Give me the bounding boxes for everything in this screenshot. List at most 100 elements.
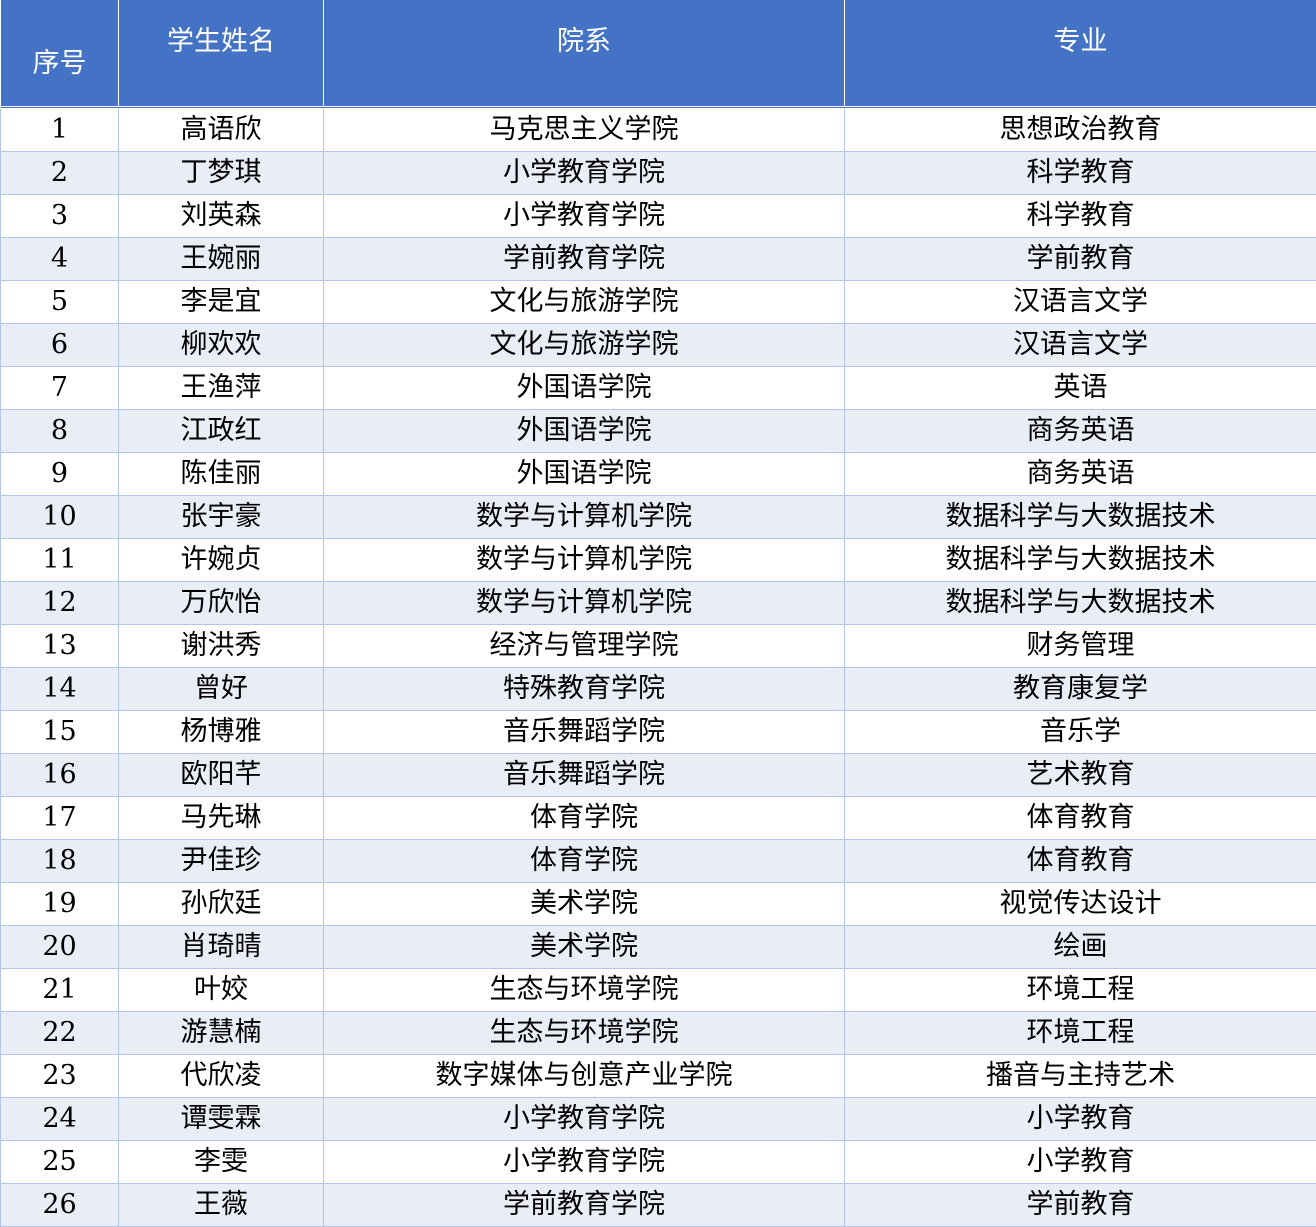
cell-department[interactable]: 数学与计算机学院 <box>324 582 845 625</box>
cell-student-name[interactable]: 万欣怡 <box>119 582 324 625</box>
cell-major[interactable]: 科学教育 <box>845 152 1316 195</box>
cell-student-name[interactable]: 孙欣廷 <box>119 883 324 926</box>
cell-major[interactable]: 思想政治教育 <box>845 108 1316 152</box>
cell-student-name[interactable]: 曾好 <box>119 668 324 711</box>
cell-seq[interactable]: 18 <box>1 840 119 883</box>
cell-student-name[interactable]: 肖琦晴 <box>119 926 324 969</box>
header-major[interactable]: 专业 <box>845 0 1316 108</box>
cell-department[interactable]: 外国语学院 <box>324 453 845 496</box>
cell-department[interactable]: 生态与环境学院 <box>324 969 845 1012</box>
cell-student-name[interactable]: 代欣凌 <box>119 1055 324 1098</box>
cell-student-name[interactable]: 叶姣 <box>119 969 324 1012</box>
cell-department[interactable]: 小学教育学院 <box>324 195 845 238</box>
cell-major[interactable]: 环境工程 <box>845 969 1316 1012</box>
cell-major[interactable]: 商务英语 <box>845 410 1316 453</box>
cell-major[interactable]: 小学教育 <box>845 1141 1316 1184</box>
cell-major[interactable]: 体育教育 <box>845 840 1316 883</box>
cell-seq[interactable]: 4 <box>1 238 119 281</box>
cell-seq[interactable]: 8 <box>1 410 119 453</box>
cell-seq[interactable]: 14 <box>1 668 119 711</box>
cell-student-name[interactable]: 尹佳珍 <box>119 840 324 883</box>
cell-department[interactable]: 音乐舞蹈学院 <box>324 754 845 797</box>
cell-seq[interactable]: 1 <box>1 108 119 152</box>
cell-student-name[interactable]: 许婉贞 <box>119 539 324 582</box>
cell-department[interactable]: 马克思主义学院 <box>324 108 845 152</box>
cell-student-name[interactable]: 马先琳 <box>119 797 324 840</box>
cell-student-name[interactable]: 谭雯霖 <box>119 1098 324 1141</box>
cell-major[interactable]: 学前教育 <box>845 1184 1316 1227</box>
cell-seq[interactable]: 19 <box>1 883 119 926</box>
cell-major[interactable]: 播音与主持艺术 <box>845 1055 1316 1098</box>
cell-student-name[interactable]: 杨博雅 <box>119 711 324 754</box>
cell-student-name[interactable]: 游慧楠 <box>119 1012 324 1055</box>
cell-student-name[interactable]: 王渔萍 <box>119 367 324 410</box>
cell-major[interactable]: 小学教育 <box>845 1098 1316 1141</box>
cell-student-name[interactable]: 王薇 <box>119 1184 324 1227</box>
cell-department[interactable]: 外国语学院 <box>324 367 845 410</box>
cell-seq[interactable]: 7 <box>1 367 119 410</box>
cell-major[interactable]: 数据科学与大数据技术 <box>845 496 1316 539</box>
cell-seq[interactable]: 2 <box>1 152 119 195</box>
cell-seq[interactable]: 26 <box>1 1184 119 1227</box>
cell-major[interactable]: 数据科学与大数据技术 <box>845 539 1316 582</box>
cell-seq[interactable]: 3 <box>1 195 119 238</box>
cell-major[interactable]: 环境工程 <box>845 1012 1316 1055</box>
cell-student-name[interactable]: 王婉丽 <box>119 238 324 281</box>
cell-student-name[interactable]: 张宇豪 <box>119 496 324 539</box>
cell-student-name[interactable]: 刘英森 <box>119 195 324 238</box>
cell-student-name[interactable]: 柳欢欢 <box>119 324 324 367</box>
cell-seq[interactable]: 20 <box>1 926 119 969</box>
cell-department[interactable]: 学前教育学院 <box>324 238 845 281</box>
header-department[interactable]: 院系 <box>324 0 845 108</box>
cell-seq[interactable]: 13 <box>1 625 119 668</box>
cell-seq[interactable]: 24 <box>1 1098 119 1141</box>
cell-department[interactable]: 学前教育学院 <box>324 1184 845 1227</box>
cell-student-name[interactable]: 陈佳丽 <box>119 453 324 496</box>
cell-student-name[interactable]: 李雯 <box>119 1141 324 1184</box>
cell-department[interactable]: 小学教育学院 <box>324 1141 845 1184</box>
cell-major[interactable]: 视觉传达设计 <box>845 883 1316 926</box>
cell-seq[interactable]: 22 <box>1 1012 119 1055</box>
cell-major[interactable]: 体育教育 <box>845 797 1316 840</box>
cell-department[interactable]: 音乐舞蹈学院 <box>324 711 845 754</box>
cell-major[interactable]: 科学教育 <box>845 195 1316 238</box>
cell-seq[interactable]: 5 <box>1 281 119 324</box>
cell-seq[interactable]: 9 <box>1 453 119 496</box>
cell-department[interactable]: 小学教育学院 <box>324 152 845 195</box>
header-student-name[interactable]: 学生姓名 <box>119 0 324 108</box>
cell-department[interactable]: 特殊教育学院 <box>324 668 845 711</box>
cell-seq[interactable]: 15 <box>1 711 119 754</box>
cell-major[interactable]: 教育康复学 <box>845 668 1316 711</box>
cell-seq[interactable]: 10 <box>1 496 119 539</box>
cell-department[interactable]: 经济与管理学院 <box>324 625 845 668</box>
cell-department[interactable]: 生态与环境学院 <box>324 1012 845 1055</box>
cell-student-name[interactable]: 江政红 <box>119 410 324 453</box>
cell-department[interactable]: 文化与旅游学院 <box>324 281 845 324</box>
header-seq[interactable]: 序号 <box>1 0 119 108</box>
cell-department[interactable]: 体育学院 <box>324 797 845 840</box>
cell-seq[interactable]: 23 <box>1 1055 119 1098</box>
cell-seq[interactable]: 16 <box>1 754 119 797</box>
cell-seq[interactable]: 17 <box>1 797 119 840</box>
cell-department[interactable]: 小学教育学院 <box>324 1098 845 1141</box>
cell-seq[interactable]: 21 <box>1 969 119 1012</box>
cell-student-name[interactable]: 谢洪秀 <box>119 625 324 668</box>
cell-major[interactable]: 音乐学 <box>845 711 1316 754</box>
cell-department[interactable]: 美术学院 <box>324 883 845 926</box>
cell-student-name[interactable]: 丁梦琪 <box>119 152 324 195</box>
cell-major[interactable]: 艺术教育 <box>845 754 1316 797</box>
cell-department[interactable]: 外国语学院 <box>324 410 845 453</box>
cell-student-name[interactable]: 李是宜 <box>119 281 324 324</box>
cell-department[interactable]: 数学与计算机学院 <box>324 496 845 539</box>
cell-major[interactable]: 财务管理 <box>845 625 1316 668</box>
cell-department[interactable]: 文化与旅游学院 <box>324 324 845 367</box>
cell-student-name[interactable]: 欧阳芊 <box>119 754 324 797</box>
cell-seq[interactable]: 12 <box>1 582 119 625</box>
cell-seq[interactable]: 11 <box>1 539 119 582</box>
cell-major[interactable]: 绘画 <box>845 926 1316 969</box>
cell-seq[interactable]: 6 <box>1 324 119 367</box>
cell-major[interactable]: 汉语言文学 <box>845 324 1316 367</box>
cell-student-name[interactable]: 高语欣 <box>119 108 324 152</box>
cell-major[interactable]: 汉语言文学 <box>845 281 1316 324</box>
cell-major[interactable]: 英语 <box>845 367 1316 410</box>
